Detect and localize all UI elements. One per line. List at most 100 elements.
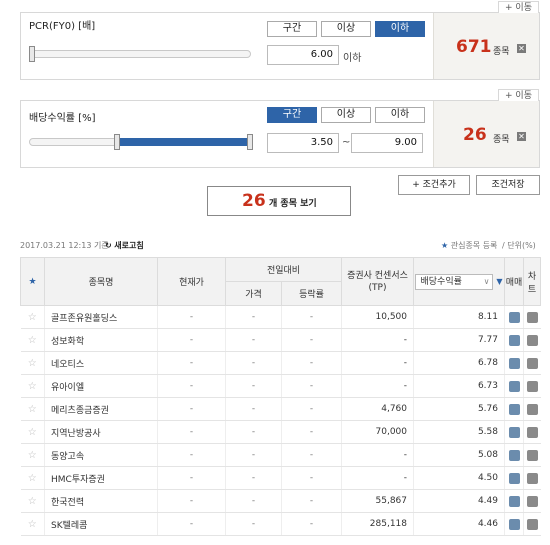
favorite-star-icon[interactable]: ☆: [20, 443, 45, 467]
slider-handle-min[interactable]: [113, 134, 120, 150]
chart-icon[interactable]: [526, 426, 538, 438]
chart-icon[interactable]: [526, 357, 538, 369]
favorite-star-icon[interactable]: ☆: [20, 328, 45, 352]
slider-handle[interactable]: [29, 46, 35, 62]
table-row[interactable]: ☆ 성보화학 - - - -7.77: [20, 328, 541, 352]
remove-filter-icon[interactable]: ✕: [517, 132, 526, 141]
prev-rate: -: [281, 397, 342, 421]
add-condition-button[interactable]: + 조건추가: [398, 175, 470, 195]
stock-name[interactable]: 동양고속: [44, 443, 158, 467]
mode-range-button[interactable]: 구간: [267, 21, 317, 37]
trade-icon[interactable]: [508, 426, 520, 438]
prev-rate: -: [281, 420, 342, 444]
stock-name[interactable]: SK텔레콤: [44, 512, 158, 536]
mode-below-button[interactable]: 이하: [375, 107, 425, 123]
trade-icon[interactable]: [508, 518, 520, 530]
favorite-star-icon[interactable]: ☆: [20, 420, 45, 444]
chart-icon[interactable]: [526, 449, 538, 461]
result-count-label: 종목: [493, 47, 510, 57]
save-condition-button[interactable]: 조건저장: [476, 175, 540, 195]
current-price: -: [157, 443, 226, 467]
min-value-input[interactable]: 3.50: [267, 133, 339, 153]
stock-name[interactable]: HMC투자증권: [44, 466, 158, 490]
trade-cell: [504, 305, 524, 329]
filter-title: 배당수익률 [%]: [29, 113, 96, 124]
table-row[interactable]: ☆ 네오티스 - - - -6.78: [20, 351, 541, 375]
stock-name[interactable]: 메리츠종금증권: [44, 397, 158, 421]
favorite-column-header: ★: [20, 257, 45, 306]
trade-icon[interactable]: [508, 495, 520, 507]
favorite-star-icon[interactable]: ☆: [20, 351, 45, 375]
chart-cell: [523, 420, 541, 444]
stock-name[interactable]: 지역난방공사: [44, 420, 158, 444]
favorite-star-icon[interactable]: ☆: [20, 305, 45, 329]
consensus-tp: -: [341, 374, 414, 398]
mode-above-button[interactable]: 이상: [321, 107, 371, 123]
table-row[interactable]: ☆ 유아이엘 - - - -6.73: [20, 374, 541, 398]
trade-icon[interactable]: [508, 380, 520, 392]
current-price: -: [157, 374, 226, 398]
dividend-yield: 7.77: [413, 328, 505, 352]
range-slider[interactable]: [29, 46, 251, 62]
table-row[interactable]: ☆ 골프존유원홀딩스 - - -10,500 8.11: [20, 305, 541, 329]
favorite-star-icon[interactable]: ☆: [20, 512, 45, 536]
chart-icon[interactable]: [526, 334, 538, 346]
dividend-yield: 4.49: [413, 489, 505, 513]
view-stocks-button[interactable]: 26 개 종목 보기: [207, 186, 351, 216]
interest-register-link[interactable]: ★ 관심종목 등록: [441, 240, 497, 251]
table-row[interactable]: ☆ 한국전력 - - -55,867 4.49: [20, 489, 541, 513]
chart-cell: [523, 443, 541, 467]
slider-handle-max[interactable]: [247, 134, 253, 150]
table-row[interactable]: ☆ 지역난방공사 - - -70,000 5.58: [20, 420, 541, 444]
favorite-star-icon[interactable]: ☆: [20, 489, 45, 513]
mode-range-button[interactable]: 구간: [267, 107, 317, 123]
value-input[interactable]: 6.00: [267, 45, 339, 65]
view-label: 개 종목 보기: [269, 199, 317, 209]
range-slider[interactable]: [29, 134, 253, 150]
trade-cell: [504, 397, 524, 421]
dividend-yield: 5.76: [413, 397, 505, 421]
stock-name[interactable]: 한국전력: [44, 489, 158, 513]
dividend-select[interactable]: 배당수익률 ∨: [415, 273, 494, 290]
mode-above-button[interactable]: 이상: [321, 21, 371, 37]
stock-name[interactable]: 유아이엘: [44, 374, 158, 398]
table-row[interactable]: ☆ SK텔레콤 - - -285,118 4.46: [20, 512, 541, 536]
refresh-button[interactable]: ↻ 새로고침: [105, 240, 144, 251]
trade-icon[interactable]: [508, 472, 520, 484]
table-row[interactable]: ☆ HMC투자증권 - - - -4.50: [20, 466, 541, 490]
chart-icon[interactable]: [526, 380, 538, 392]
sort-down-icon[interactable]: ▼: [496, 277, 502, 286]
favorite-star-icon[interactable]: ☆: [20, 374, 45, 398]
stock-name[interactable]: 골프존유원홀딩스: [44, 305, 158, 329]
trade-cell: [504, 351, 524, 375]
prev-rate: -: [281, 489, 342, 513]
table-row[interactable]: ☆ 메리츠종금증권 - - -4,760 5.76: [20, 397, 541, 421]
chart-column-header: 차트: [523, 257, 541, 306]
table-row[interactable]: ☆ 동양고속 - - - -5.08: [20, 443, 541, 467]
chart-icon[interactable]: [526, 311, 538, 323]
trade-icon[interactable]: [508, 403, 520, 415]
trade-icon[interactable]: [508, 311, 520, 323]
prev-price: -: [225, 512, 282, 536]
max-value-input[interactable]: 9.00: [351, 133, 423, 153]
consensus-tp: 70,000: [341, 420, 414, 444]
chart-icon[interactable]: [526, 495, 538, 507]
prev-rate: -: [281, 305, 342, 329]
below-label: 이하: [343, 53, 362, 64]
trade-icon[interactable]: [508, 357, 520, 369]
trade-icon[interactable]: [508, 449, 520, 461]
trade-icon[interactable]: [508, 334, 520, 346]
stock-name[interactable]: 성보화학: [44, 328, 158, 352]
stock-name[interactable]: 네오티스: [44, 351, 158, 375]
current-price: -: [157, 351, 226, 375]
chart-icon[interactable]: [526, 518, 538, 530]
favorite-star-icon[interactable]: ☆: [20, 397, 45, 421]
favorite-star-icon[interactable]: ☆: [20, 466, 45, 490]
chart-icon[interactable]: [526, 403, 538, 415]
chart-cell: [523, 305, 541, 329]
mode-below-button[interactable]: 이하: [375, 21, 425, 37]
chevron-down-icon: ∨: [483, 276, 490, 286]
chart-icon[interactable]: [526, 472, 538, 484]
consensus-tp: 55,867: [341, 489, 414, 513]
remove-filter-icon[interactable]: ✕: [517, 44, 526, 53]
